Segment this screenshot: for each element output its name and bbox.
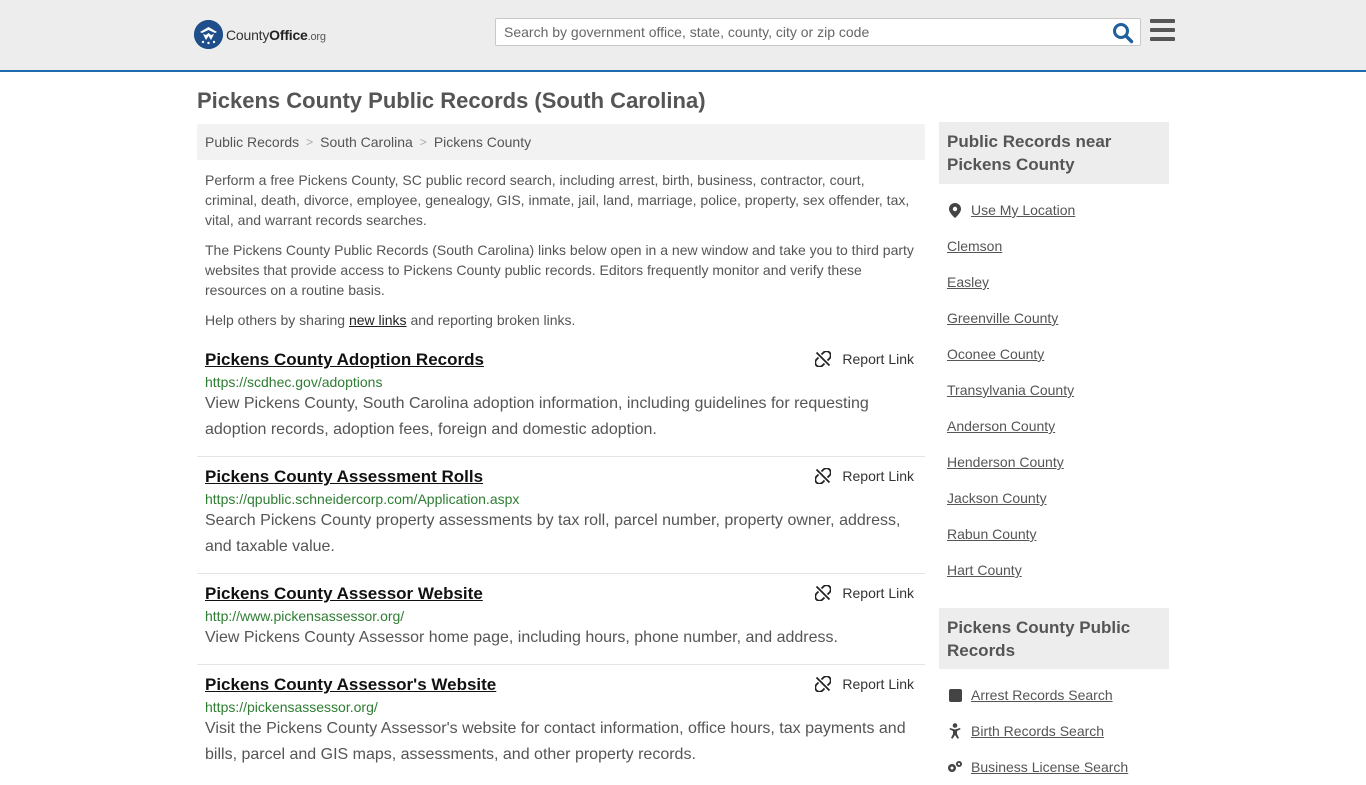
record-url: https://scdhec.gov/adoptions [205, 374, 383, 390]
new-links-link[interactable]: new links [349, 312, 407, 328]
sidebar-records-heading: Pickens County Public Records [939, 608, 1169, 669]
record-url: https://qpublic.schneidercorp.com/Applic… [205, 491, 520, 507]
breadcrumb-separator-icon: > [419, 135, 427, 149]
record-item: Pickens County Adoption Records https://… [197, 350, 925, 457]
birth-records-link[interactable]: Birth Records Search [971, 723, 1104, 739]
logo-main: County [226, 26, 270, 43]
business-license-link[interactable]: Business License Search [971, 759, 1128, 775]
logo-org: .org [307, 30, 326, 43]
sidebar-item-nearby[interactable]: Easley [947, 264, 1169, 300]
nearby-link[interactable]: Rabun County [947, 526, 1037, 542]
record-title-link[interactable]: Pickens County Assessor Website [205, 584, 483, 604]
sidebar-item-nearby[interactable]: Anderson County [947, 408, 1169, 444]
nearby-link[interactable]: Oconee County [947, 346, 1044, 362]
intro-report-text: and reporting broken links. [406, 312, 576, 328]
record-url: http://www.pickensassessor.org/ [205, 608, 405, 624]
sidebar-item-nearby[interactable]: Oconee County [947, 336, 1169, 372]
hamburger-menu-icon[interactable] [1150, 19, 1175, 41]
logo-badge-icon [194, 20, 223, 49]
sidebar-item-use-location[interactable]: Use My Location [947, 192, 1169, 228]
record-description: View Pickens County Assessor home page, … [205, 629, 838, 646]
map-marker-icon [947, 202, 963, 218]
report-link-button[interactable]: Report Link [815, 351, 914, 367]
breadcrumb-public-records[interactable]: Public Records [205, 134, 299, 150]
search-button[interactable] [1112, 22, 1134, 44]
record-url: https://pickensassessor.org/ [205, 699, 378, 715]
nearby-link[interactable]: Anderson County [947, 418, 1055, 434]
intro-paragraph-2: The Pickens County Public Records (South… [205, 242, 914, 298]
sidebar-item-business-license[interactable]: Business License Search [947, 749, 1169, 785]
sidebar-nearby-heading: Public Records near Pickens County [939, 122, 1169, 184]
sidebar-records-list: Arrest Records Search Birth Records Sear… [947, 677, 1169, 785]
record-title-link[interactable]: Pickens County Adoption Records [205, 350, 484, 370]
report-link-label: Report Link [842, 676, 914, 692]
broken-link-icon [815, 676, 832, 692]
sidebar-item-nearby[interactable]: Clemson [947, 228, 1169, 264]
intro-paragraph-1: Perform a free Pickens County, SC public… [205, 172, 910, 228]
sidebar-item-nearby[interactable]: Rabun County [947, 516, 1169, 552]
record-description: Visit the Pickens County Assessor's webs… [205, 720, 906, 763]
search-icon [1113, 23, 1134, 44]
breadcrumb: Public Records > South Carolina > Picken… [197, 124, 925, 160]
sidebar-item-nearby[interactable]: Hart County [947, 552, 1169, 588]
record-description: Search Pickens County property assessmen… [205, 512, 901, 555]
nearby-link[interactable]: Henderson County [947, 454, 1064, 470]
breadcrumb-pickens-county[interactable]: Pickens County [434, 134, 531, 150]
nearby-link[interactable]: Greenville County [947, 310, 1058, 326]
nearby-link[interactable]: Hart County [947, 562, 1022, 578]
broken-link-icon [815, 468, 832, 484]
sidebar-item-nearby[interactable]: Transylvania County [947, 372, 1169, 408]
breadcrumb-south-carolina[interactable]: South Carolina [320, 134, 413, 150]
gears-icon [947, 760, 963, 774]
logo-text: CountyOffice.org [226, 27, 326, 43]
report-link-label: Report Link [842, 585, 914, 601]
report-link-label: Report Link [842, 351, 914, 367]
baby-icon [947, 723, 963, 739]
record-item: Pickens County Assessor Website http://w… [197, 584, 925, 665]
page-title: Pickens County Public Records (South Car… [197, 88, 706, 113]
breadcrumb-separator-icon: > [306, 135, 314, 149]
broken-link-icon [815, 585, 832, 601]
report-link-button[interactable]: Report Link [815, 585, 914, 601]
sidebar-item-nearby[interactable]: Henderson County [947, 444, 1169, 480]
record-title-link[interactable]: Pickens County Assessment Rolls [205, 467, 483, 487]
intro-share-text: Help others by sharing [205, 312, 349, 328]
report-link-button[interactable]: Report Link [815, 468, 914, 484]
nearby-link[interactable]: Clemson [947, 238, 1002, 254]
search-input[interactable] [496, 19, 1106, 45]
broken-link-icon [815, 351, 832, 367]
record-title-link[interactable]: Pickens County Assessor's Website [205, 675, 496, 695]
site-logo[interactable]: CountyOffice.org [194, 20, 326, 49]
sidebar-item-nearby[interactable]: Jackson County [947, 480, 1169, 516]
nearby-link[interactable]: Easley [947, 274, 989, 290]
record-item: Pickens County Assessment Rolls https://… [197, 467, 925, 574]
nearby-link[interactable]: Transylvania County [947, 382, 1074, 398]
record-description: View Pickens County, South Carolina adop… [205, 395, 869, 438]
logo-bold: Office [269, 26, 308, 43]
sidebar-item-arrest-records[interactable]: Arrest Records Search [947, 677, 1169, 713]
search-box [495, 18, 1141, 46]
record-item: Pickens County Assessor's Website https:… [197, 675, 925, 768]
top-bar: CountyOffice.org [0, 0, 1366, 72]
nearby-link[interactable]: Jackson County [947, 490, 1047, 506]
intro-paragraph-3: Help others by sharing new links and rep… [205, 310, 920, 330]
arrest-records-link[interactable]: Arrest Records Search [971, 687, 1113, 703]
use-my-location-link[interactable]: Use My Location [971, 202, 1075, 218]
report-link-label: Report Link [842, 468, 914, 484]
sidebar-item-nearby[interactable]: Greenville County [947, 300, 1169, 336]
sidebar-item-birth-records[interactable]: Birth Records Search [947, 713, 1169, 749]
sidebar-nearby-list: Use My Location Clemson Easley Greenvill… [947, 192, 1169, 588]
report-link-button[interactable]: Report Link [815, 676, 914, 692]
square-icon [947, 688, 963, 702]
